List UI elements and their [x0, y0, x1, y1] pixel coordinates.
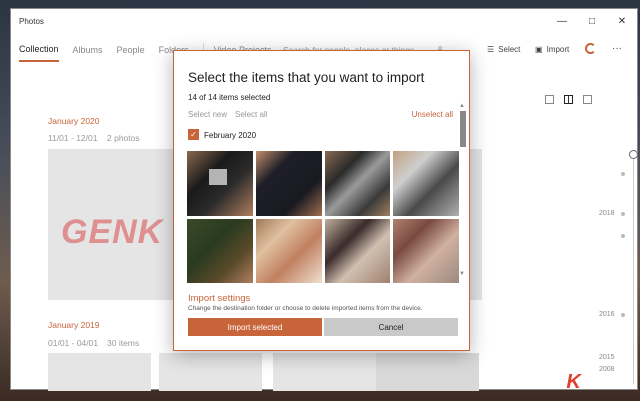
import-button[interactable]: ▣ Import [535, 45, 569, 54]
import-icon: ▣ [535, 45, 543, 54]
loading-spinner-icon [585, 43, 596, 54]
small-tiles-icon[interactable] [583, 95, 592, 104]
select-all-link[interactable]: Select all [235, 110, 267, 119]
timeline-year[interactable]: 2018 [599, 210, 615, 217]
group-count-label: 30 items [107, 338, 140, 348]
import-thumbnail[interactable] [255, 151, 322, 216]
app-title: Photos [19, 16, 44, 26]
import-thumbnail[interactable] [187, 151, 253, 216]
import-thumbnail[interactable] [255, 218, 322, 283]
group-count-label: 2 photos [107, 133, 140, 143]
import-thumbnails [187, 151, 459, 283]
timeline-year[interactable]: 2016 [599, 311, 615, 318]
import-selected-button[interactable]: Import selected [188, 318, 322, 336]
import-thumbnail[interactable] [393, 218, 459, 283]
selection-count: 14 of 14 items selected [188, 93, 271, 102]
tab-people[interactable]: People [117, 39, 145, 61]
thumb-detail [209, 169, 227, 185]
timeline-dot [621, 212, 625, 216]
import-thumbnail[interactable] [393, 151, 459, 216]
select-label: Select [498, 45, 521, 54]
import-thumbnail[interactable] [324, 218, 391, 283]
tab-collection[interactable]: Collection [19, 38, 59, 62]
close-button[interactable]: ✕ [607, 9, 637, 33]
title-bar: Photos — □ ✕ [11, 9, 637, 33]
timeline-dot [621, 234, 625, 238]
more-options-icon[interactable]: ··· [612, 43, 622, 54]
select-button[interactable]: ☰ Select [487, 45, 520, 54]
photo-thumbnail[interactable] [376, 353, 479, 391]
import-thumbnail[interactable] [187, 218, 253, 283]
maximize-button[interactable]: □ [577, 9, 607, 33]
photo-thumbnail[interactable] [159, 353, 262, 391]
scroll-down-icon[interactable]: ▼ [459, 271, 465, 277]
photo-thumbnail[interactable] [48, 353, 151, 391]
timeline-dot [621, 313, 625, 317]
watermark-text: GENK [61, 213, 164, 251]
minimize-button[interactable]: — [547, 9, 577, 33]
import-settings-link[interactable]: Import settings [188, 293, 250, 304]
logo-suffix: K [566, 371, 582, 393]
large-tiles-icon[interactable] [545, 95, 554, 104]
scrollbar-thumb[interactable] [460, 111, 466, 147]
view-size-toggle [545, 95, 592, 104]
import-label: Import [546, 45, 570, 54]
timeline-year[interactable]: 2015 [599, 354, 615, 361]
scroll-up-icon[interactable]: ▲ [459, 103, 465, 109]
group-month-label: January 2019 [48, 320, 100, 330]
group-range-label: 01/01 - 04/01 [48, 338, 99, 348]
timeline-dot [621, 172, 625, 176]
dialog-title: Select the items that you want to import [188, 70, 425, 85]
timeline-track[interactable] [633, 154, 634, 384]
group-label: February 2020 [204, 131, 257, 140]
unselect-all-link[interactable]: Unselect all [412, 110, 453, 119]
select-icon: ☰ [487, 45, 495, 54]
timeline-thumb[interactable] [629, 150, 638, 159]
group-checkbox[interactable]: ✓ [188, 129, 199, 140]
import-thumbnail[interactable] [324, 151, 391, 216]
group-month-label: January 2020 [48, 116, 100, 126]
group-range-label: 11/01 - 12/01 [48, 133, 98, 143]
genk-logo: GENK [520, 371, 582, 394]
logo-prefix: GEN [520, 371, 567, 393]
import-settings-description: Change the destination folder or choose … [188, 305, 423, 312]
photo-thumbnail[interactable] [273, 353, 376, 391]
tab-albums[interactable]: Albums [73, 39, 103, 61]
import-dialog: Select the items that you want to import… [173, 50, 470, 351]
dialog-scrollbar[interactable]: ▲ ▼ [459, 103, 466, 281]
select-new-link[interactable]: Select new [188, 110, 227, 119]
medium-tiles-icon[interactable] [564, 95, 573, 104]
cancel-button[interactable]: Cancel [324, 318, 458, 336]
timeline-year[interactable]: 2008 [599, 366, 615, 373]
